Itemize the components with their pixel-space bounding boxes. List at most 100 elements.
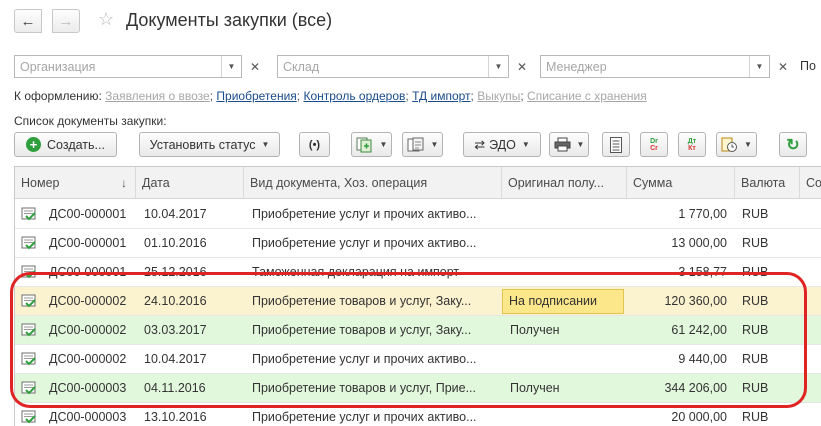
link-acquisitions[interactable]: Приобретения	[216, 89, 296, 103]
table-row[interactable]: ДС00-000003 04.11.2016 Приобретение това…	[15, 374, 821, 403]
column-header-currency[interactable]: Валюта	[735, 167, 800, 199]
cell-original	[510, 403, 626, 426]
cell-currency: RUB	[742, 352, 769, 366]
organization-clear-button[interactable]: ✕	[245, 55, 265, 78]
warehouse-clear-button[interactable]: ✕	[512, 55, 532, 78]
link-import-applications[interactable]: Заявления о ввозе	[105, 89, 210, 103]
link-td-import[interactable]: ТД импорт	[412, 89, 470, 103]
related-docs-button[interactable]: ▼	[402, 132, 443, 157]
broadcast-button[interactable]: (•)	[299, 132, 330, 157]
document-history-button[interactable]: ▼	[716, 132, 757, 157]
cell-doc-type: Приобретение услуг и прочих активо...	[252, 352, 477, 366]
cell-number: ДС00-000002	[49, 352, 127, 366]
link-order-control[interactable]: Контроль ордеров	[303, 89, 405, 103]
refresh-button[interactable]: ↻	[779, 132, 807, 157]
table-row[interactable]: ДС00-000002 10.04.2017 Приобретение услу…	[15, 345, 821, 374]
table-row[interactable]: ДС00-000001 25.12.2016 Таможенная деклар…	[15, 258, 821, 287]
cell-number: ДС00-000001	[49, 207, 127, 221]
create-based-on-icon	[356, 137, 372, 152]
manager-filter[interactable]: Менеджер ▼	[540, 55, 770, 78]
debit-credit-icon: Dr Cr	[650, 137, 658, 152]
table-row[interactable]: ДС00-000003 13.10.2016 Приобретение услу…	[15, 403, 821, 426]
column-header-sum[interactable]: Сумма	[627, 167, 735, 199]
pending-links-label: К оформлению:	[14, 89, 102, 103]
table-row[interactable]: ДС00-000001 10.04.2017 Приобретение услу…	[15, 200, 821, 229]
dt-kt-button[interactable]: Дт Кт	[678, 132, 706, 157]
column-header-doc-type[interactable]: Вид документа, Хоз. операция	[244, 167, 502, 199]
table-row[interactable]: ДС00-000002 24.10.2016 Приобретение това…	[15, 287, 821, 316]
cell-currency: RUB	[742, 236, 769, 250]
report-button[interactable]	[602, 132, 630, 157]
cell-sum: 13 000,00	[671, 236, 727, 250]
dropdown-arrow-icon[interactable]: ▼	[221, 56, 241, 77]
cell-doc-type: Приобретение товаров и услуг, Заку...	[252, 323, 472, 337]
cell-sum: 1 770,00	[678, 207, 727, 221]
sort-descending-icon[interactable]: ↓	[121, 167, 127, 199]
organization-input[interactable]: Организация	[15, 60, 221, 74]
column-header-number[interactable]: Номер ↓	[15, 167, 136, 199]
arrow-left-icon: ←	[20, 12, 36, 30]
edo-button[interactable]: ⇄ ЭДО ▼	[463, 132, 541, 157]
status-badge: На подписании	[502, 289, 624, 314]
cell-number: ДС00-000003	[49, 410, 127, 424]
cell-number: ДС00-000003	[49, 381, 127, 395]
cell-sum: 3 158,77	[678, 265, 727, 279]
cell-sum: 344 206,00	[664, 381, 727, 395]
cell-currency: RUB	[742, 265, 769, 279]
warehouse-filter[interactable]: Склад ▼	[277, 55, 509, 78]
organization-filter[interactable]: Организация ▼	[14, 55, 242, 78]
pending-links: К оформлению: Заявления о ввозе; Приобре…	[14, 89, 647, 103]
column-header-truncated[interactable]: Со	[800, 167, 821, 199]
cell-number: ДС00-000002	[49, 323, 127, 337]
column-header-original[interactable]: Оригинал полу...	[502, 167, 627, 199]
manager-input[interactable]: Менеджер	[541, 60, 749, 74]
edo-label: ЭДО	[489, 137, 516, 152]
dropdown-arrow-icon: ▼	[379, 140, 388, 149]
manager-clear-button[interactable]: ✕	[773, 55, 793, 78]
table-row[interactable]: ДС00-000001 01.10.2016 Приобретение услу…	[15, 229, 821, 258]
arrow-right-icon: →	[58, 12, 74, 30]
warehouse-input[interactable]: Склад	[278, 60, 488, 74]
cell-number: ДС00-000002	[49, 294, 127, 308]
link-buyouts[interactable]: Выкупы	[477, 89, 520, 103]
plus-icon: +	[26, 137, 42, 152]
filter-label-truncated: По	[800, 59, 816, 73]
dropdown-arrow-icon[interactable]: ▼	[488, 56, 508, 77]
printer-icon	[554, 137, 571, 152]
dropdown-arrow-icon[interactable]: ▼	[749, 56, 769, 77]
cell-doc-type: Приобретение услуг и прочих активо...	[252, 236, 477, 250]
column-header-date[interactable]: Дата	[136, 167, 244, 199]
create-button[interactable]: + Создать...	[14, 132, 117, 157]
posted-document-icon	[21, 236, 36, 250]
documents-table[interactable]: Номер ↓ Дата Вид документа, Хоз. операци…	[14, 166, 821, 426]
favorite-star-icon[interactable]: ☆	[98, 9, 114, 30]
create-button-label: Создать...	[47, 137, 105, 152]
cell-doc-type: Приобретение товаров и услуг, Заку...	[252, 294, 472, 308]
forward-button[interactable]: →	[52, 9, 80, 33]
cell-original	[510, 258, 626, 286]
posted-document-icon	[21, 352, 36, 366]
posted-document-icon	[21, 323, 36, 337]
create-based-on-button[interactable]: ▼	[351, 132, 392, 157]
set-status-button[interactable]: Установить статус ▼	[139, 132, 280, 157]
close-icon: ✕	[777, 59, 789, 74]
edo-exchange-icon: ⇄	[474, 136, 486, 152]
link-storage-writeoff[interactable]: Списание с хранения	[527, 89, 647, 103]
cell-doc-type: Приобретение услуг и прочих активо...	[252, 207, 477, 221]
cell-date: 10.04.2017	[144, 207, 207, 221]
document-clock-icon	[721, 137, 738, 152]
cell-sum: 20 000,00	[671, 410, 727, 424]
cell-original	[510, 229, 626, 257]
cell-date: 13.10.2016	[144, 410, 207, 424]
cell-number: ДС00-000001	[49, 265, 127, 279]
dt-kt-icon: Дт Кт	[687, 137, 697, 152]
cell-date: 03.03.2017	[144, 323, 207, 337]
cell-date: 04.11.2016	[144, 381, 206, 395]
debit-credit-button[interactable]: Dr Cr	[640, 132, 668, 157]
back-button[interactable]: ←	[14, 9, 42, 33]
print-button[interactable]: ▼	[549, 132, 589, 157]
cell-currency: RUB	[742, 381, 769, 395]
table-row[interactable]: ДС00-000002 03.03.2017 Приобретение това…	[15, 316, 821, 345]
cell-sum: 9 440,00	[678, 352, 727, 366]
list-label: Список документы закупки:	[14, 114, 167, 128]
